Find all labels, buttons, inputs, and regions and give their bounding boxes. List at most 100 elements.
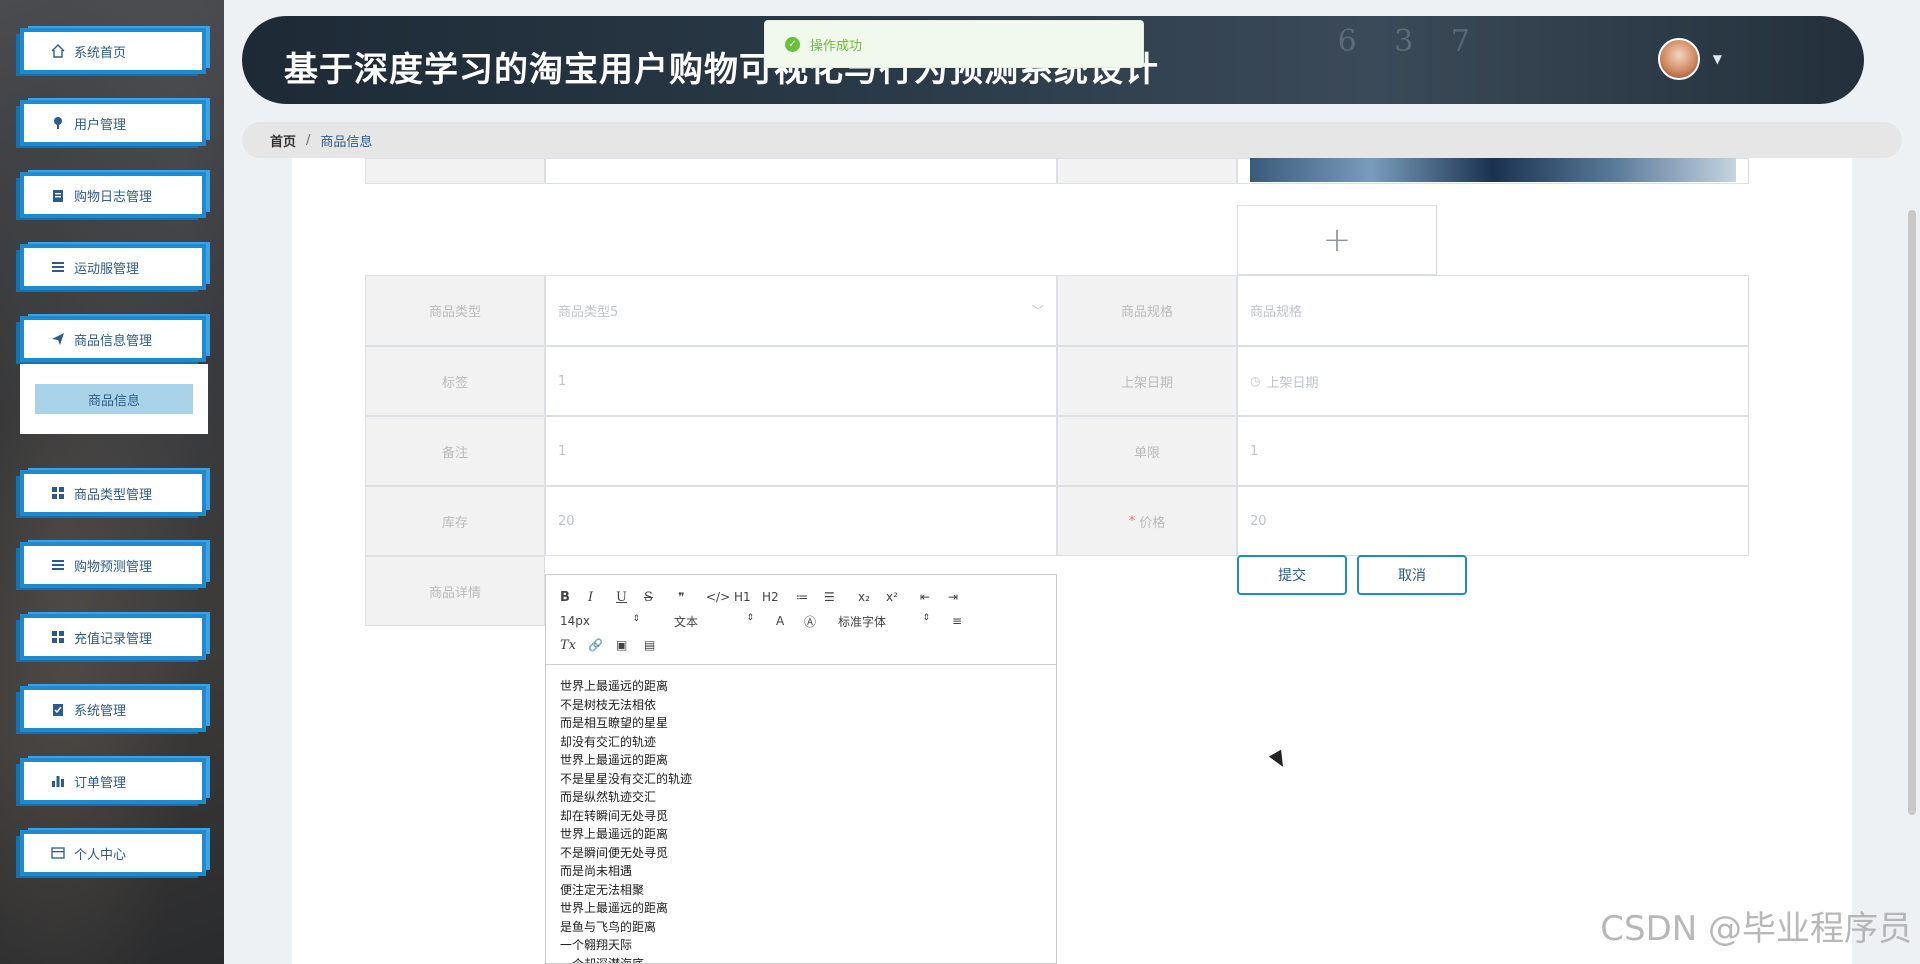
sidebar-item-product-type[interactable]: 商品类型管理 xyxy=(20,470,206,516)
chevron-down-icon: ﹀ xyxy=(1031,304,1044,318)
sidebar-item-system[interactable]: 系统管理 xyxy=(20,686,206,732)
outdent-icon[interactable]: ⇤ xyxy=(920,590,948,604)
send-icon xyxy=(50,331,66,347)
font-color-icon[interactable]: A xyxy=(776,614,804,628)
cancel-button[interactable]: 取消 xyxy=(1357,555,1467,595)
image-icon[interactable]: ▣ xyxy=(616,638,644,652)
select-value: 商品类型5 xyxy=(558,305,619,320)
bullet-list-icon[interactable]: ☰ xyxy=(824,590,852,604)
editor-toolbar: B I U S ❞ </> H1 H2 ≔ ☰ x₂ x² ⇤ ⇥ 14px ⇕ 文本 ⇕ A Ⓐ 标准字… xyxy=(546,575,1056,665)
editor-line: 是鱼与飞鸟的距离 xyxy=(560,919,657,934)
sidebar-item-recharge[interactable]: 充值记录管理 xyxy=(20,614,206,660)
required-mark: * xyxy=(1128,513,1136,529)
caret-down-icon[interactable]: ▼ xyxy=(1713,52,1722,66)
breadcrumb-separator: / xyxy=(306,132,311,148)
sidebar-item-shopping-forecast[interactable]: 购物预测管理 xyxy=(20,542,206,588)
form-label: 备注 xyxy=(365,416,545,486)
sidebar-item-orders[interactable]: 订单管理 xyxy=(20,758,206,804)
sidebar-item-sportswear[interactable]: 运动服管理 xyxy=(20,244,206,290)
paragraph-select[interactable]: 文本 ⇕ xyxy=(674,613,754,630)
link-icon[interactable]: 🔗 xyxy=(588,638,616,652)
editor-line: 不是星星没有交汇的轨迹 xyxy=(560,771,693,786)
grid-icon xyxy=(50,485,66,501)
bold-icon[interactable]: B xyxy=(560,590,588,605)
sidebar-item-profile[interactable]: 个人中心 xyxy=(20,830,206,876)
sidebar-item-users[interactable]: 用户管理 xyxy=(20,100,206,146)
user-icon xyxy=(50,115,66,131)
superscript-icon[interactable]: x² xyxy=(886,590,914,604)
h2-icon[interactable]: H2 xyxy=(762,590,790,604)
breadcrumb: 首页 / 商品信息 xyxy=(242,122,1902,158)
align-icon[interactable]: ≡ xyxy=(952,614,980,628)
sidebar-item-label: 个人中心 xyxy=(74,847,127,863)
italic-icon[interactable]: I xyxy=(588,590,616,605)
submit-button[interactable]: 提交 xyxy=(1237,555,1347,595)
form-label: 商品详情 xyxy=(365,556,545,626)
editor-line: 一个却深潜海底 xyxy=(560,956,645,964)
list-icon xyxy=(50,259,66,275)
font-family-select[interactable]: 标准字体 ⇕ xyxy=(838,613,930,630)
sidebar-item-product-info[interactable]: 商品信息管理 xyxy=(20,316,206,362)
font-size-select[interactable]: 14px ⇕ xyxy=(560,614,640,628)
limit-input[interactable]: 1 xyxy=(1237,416,1749,486)
grid-icon xyxy=(50,629,66,645)
toolbar-row: B I U S ❞ </> H1 H2 ≔ ☰ x₂ x² ⇤ ⇥ xyxy=(560,585,1042,609)
clock-icon: ◷ xyxy=(1250,374,1261,388)
blockquote-icon[interactable]: ❞ xyxy=(678,590,706,604)
sidebar-item-label: 购物预测管理 xyxy=(74,559,153,575)
upload-button[interactable]: + xyxy=(1237,205,1437,275)
form-label-image xyxy=(1057,158,1237,184)
h1-icon[interactable]: H1 xyxy=(734,590,762,604)
strike-icon[interactable]: S xyxy=(644,590,672,605)
editor-line: 却在转瞬间无处寻觅 xyxy=(560,808,669,823)
card-icon xyxy=(50,845,66,861)
home-icon xyxy=(50,43,66,59)
tag-input[interactable]: 1 xyxy=(545,346,1057,416)
plus-icon: + xyxy=(1322,220,1352,260)
listing-date-picker[interactable]: ◷ 上架日期 xyxy=(1237,346,1749,416)
form-label: 库存 xyxy=(365,486,545,556)
underline-icon[interactable]: U xyxy=(616,590,644,605)
product-type-select[interactable]: 商品类型5 ﹀ xyxy=(545,275,1057,346)
editor-line: 世界上最遥远的距离 xyxy=(560,827,669,841)
sidebar-item-label: 用户管理 xyxy=(74,117,127,133)
editor-line: 世界上最遥远的距离 xyxy=(560,901,669,915)
scrollbar[interactable] xyxy=(1908,210,1916,815)
avatar[interactable] xyxy=(1658,38,1700,80)
select-value: 文本 xyxy=(674,614,699,629)
clipboard-icon xyxy=(50,187,66,203)
check-clipboard-icon xyxy=(50,701,66,717)
product-spec-input[interactable]: 商品规格 xyxy=(1237,275,1749,346)
sidebar-item-shopping-log[interactable]: 购物日志管理 xyxy=(20,172,206,218)
background-color-icon[interactable]: Ⓐ xyxy=(804,613,838,630)
breadcrumb-home[interactable]: 首页 xyxy=(270,131,296,150)
sidebar-item-label: 购物日志管理 xyxy=(74,189,153,205)
sidebar-item-home[interactable]: 系统首页 xyxy=(20,28,206,74)
menu-icon xyxy=(50,557,66,573)
indent-icon[interactable]: ⇥ xyxy=(948,590,976,604)
price-input[interactable]: 20 xyxy=(1237,486,1749,556)
remark-input[interactable]: 1 xyxy=(545,416,1057,486)
submenu-item-product-info[interactable]: 商品信息 xyxy=(35,384,193,414)
success-toast: ✓ 操作成功 xyxy=(764,20,1144,68)
editor-line: 一个翱翔天际 xyxy=(560,938,633,952)
stock-input[interactable]: 20 xyxy=(545,486,1057,556)
code-icon[interactable]: </> xyxy=(706,590,734,604)
input-placeholder: 上架日期 xyxy=(1266,375,1319,391)
subscript-icon[interactable]: x₂ xyxy=(858,590,886,604)
editor-line: 而是纵然轨迹交汇 xyxy=(560,790,657,804)
editor-content[interactable]: 世界上最遥远的距离 不是树枝无法相依 而是相互瞭望的星星 却没有交汇的轨迹 世界上最遥远… xyxy=(546,665,1056,964)
form-label: 上架日期 xyxy=(1057,346,1237,416)
video-icon[interactable]: ▤ xyxy=(644,638,672,652)
updown-icon: ⇕ xyxy=(632,614,640,624)
bar-chart-icon xyxy=(50,773,66,789)
editor-line: 便注定无法相聚 xyxy=(560,882,645,897)
sidebar-item-label: 系统管理 xyxy=(74,703,127,719)
ordered-list-icon[interactable]: ≔ xyxy=(796,590,824,604)
input-placeholder: 商品规格 xyxy=(1250,305,1303,320)
form-label: 价格 xyxy=(1139,515,1166,531)
sidebar-item-label: 系统首页 xyxy=(74,45,127,61)
check-circle-icon: ✓ xyxy=(785,36,800,52)
clear-format-icon[interactable]: Tx xyxy=(560,638,588,653)
toolbar-row: Tx 🔗 ▣ ▤ xyxy=(560,633,1042,657)
